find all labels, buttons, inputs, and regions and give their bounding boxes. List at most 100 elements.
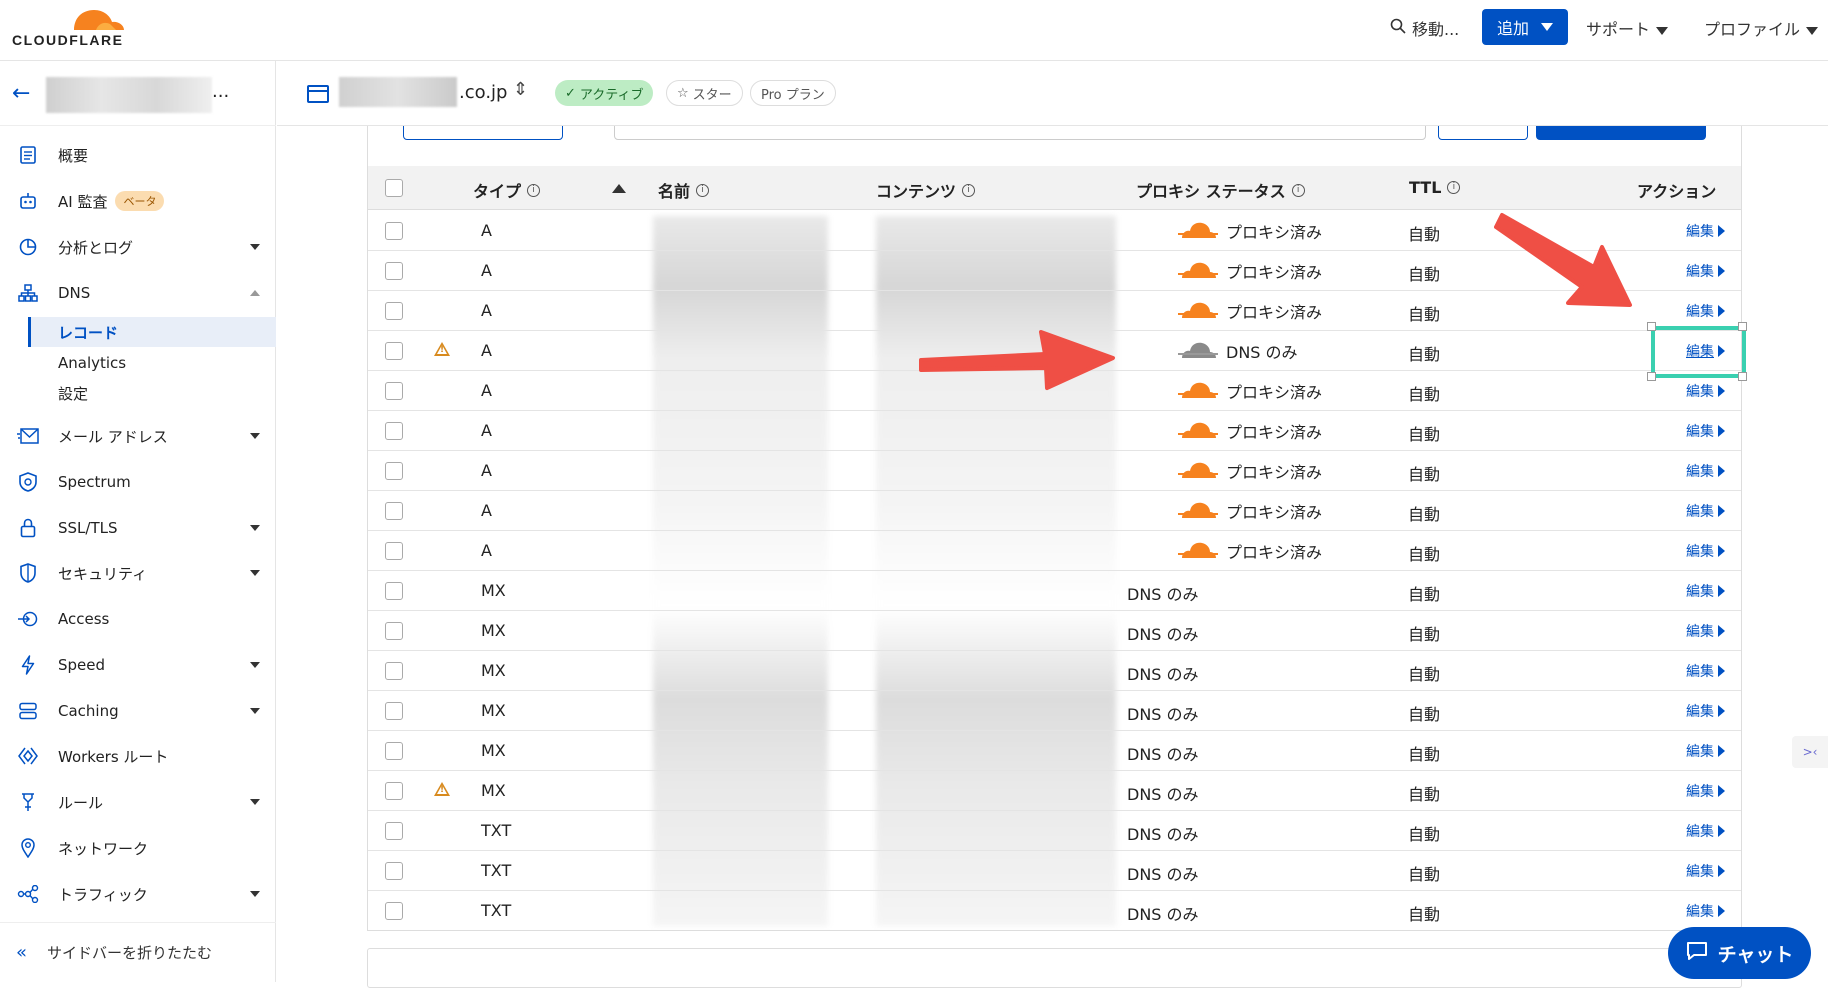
row-checkbox[interactable] bbox=[385, 422, 403, 440]
sidebar-subitem-analytics[interactable]: Analytics bbox=[28, 348, 276, 378]
table-row[interactable]: TXT DNS のみ 自動 編集 bbox=[368, 851, 1741, 891]
table-row[interactable]: A プロキシ済み 自動 編集 bbox=[368, 531, 1741, 571]
row-checkbox[interactable] bbox=[385, 622, 403, 640]
zone-switcher-icon[interactable]: ⇕ bbox=[513, 79, 528, 100]
proxy-status[interactable]: プロキシ済み bbox=[1178, 538, 1322, 564]
row-checkbox[interactable] bbox=[385, 502, 403, 520]
info-icon[interactable]: i bbox=[962, 183, 976, 197]
proxy-status[interactable]: DNS のみ bbox=[1178, 338, 1298, 364]
secondary-action-button[interactable] bbox=[1438, 126, 1528, 140]
sidebar-item-network[interactable]: ネットワーク bbox=[0, 830, 276, 866]
table-row[interactable]: ! MX DNS のみ 自動 編集 bbox=[368, 771, 1741, 811]
table-row[interactable]: TXT DNS のみ 自動 編集 bbox=[368, 891, 1741, 930]
sidebar-item-rules[interactable]: ルール bbox=[0, 784, 276, 820]
edit-button[interactable]: 編集 bbox=[1686, 461, 1725, 481]
star-button[interactable]: ☆ スター bbox=[666, 80, 743, 106]
edit-button[interactable]: 編集 bbox=[1686, 501, 1725, 521]
table-row[interactable]: MX DNS のみ 自動 編集 bbox=[368, 691, 1741, 731]
row-checkbox[interactable] bbox=[385, 302, 403, 320]
column-type[interactable]: タイプ i bbox=[473, 178, 541, 202]
edit-button[interactable]: 編集 bbox=[1686, 581, 1725, 601]
edit-button[interactable]: 編集 bbox=[1686, 621, 1725, 641]
column-ttl[interactable]: TTL i bbox=[1409, 178, 1461, 197]
row-checkbox[interactable] bbox=[385, 342, 403, 360]
collapse-sidebar-button[interactable]: « サイドバーを折りたたむ bbox=[0, 922, 276, 982]
sidebar-item-overview[interactable]: 概要 bbox=[0, 137, 276, 173]
add-record-button[interactable] bbox=[1536, 126, 1706, 140]
sidebar-item-ai-audit[interactable]: AI 監査 ベータ bbox=[0, 183, 276, 219]
edit-button[interactable]: 編集 bbox=[1686, 261, 1725, 281]
table-row[interactable]: MX DNS のみ 自動 編集 bbox=[368, 611, 1741, 651]
row-checkbox[interactable] bbox=[385, 662, 403, 680]
table-row[interactable]: MX DNS のみ 自動 編集 bbox=[368, 651, 1741, 691]
support-menu[interactable]: サポート bbox=[1586, 16, 1669, 40]
sidebar-item-spectrum[interactable]: Spectrum bbox=[0, 464, 276, 500]
chat-button[interactable]: チャット bbox=[1668, 927, 1811, 979]
row-checkbox[interactable] bbox=[385, 902, 403, 920]
sidebar-item-security[interactable]: セキュリティ bbox=[0, 555, 276, 591]
edit-button[interactable]: 編集 bbox=[1686, 701, 1725, 721]
proxy-status[interactable]: プロキシ済み bbox=[1178, 298, 1322, 324]
goto-search[interactable]: 移動... bbox=[1390, 16, 1459, 40]
sidebar-subitem-settings[interactable]: 設定 bbox=[28, 378, 276, 408]
row-checkbox[interactable] bbox=[385, 262, 403, 280]
proxy-status[interactable]: プロキシ済み bbox=[1178, 458, 1322, 484]
table-row[interactable]: MX DNS のみ 自動 編集 bbox=[368, 571, 1741, 611]
table-row[interactable]: A プロキシ済み 自動 編集 bbox=[368, 451, 1741, 491]
sidebar-item-ssl-tls[interactable]: SSL/TLS bbox=[0, 510, 276, 546]
edit-button[interactable]: 編集 bbox=[1686, 861, 1725, 881]
edit-button[interactable]: 編集 bbox=[1686, 381, 1725, 401]
plan-badge[interactable]: Pro プラン bbox=[750, 80, 836, 106]
edit-button[interactable]: 編集 bbox=[1686, 661, 1725, 681]
feedback-tab[interactable]: >‹ bbox=[1792, 736, 1828, 768]
column-proxy-status[interactable]: プロキシ ステータス i bbox=[1136, 178, 1305, 202]
info-icon[interactable]: i bbox=[527, 183, 541, 197]
proxy-status[interactable]: プロキシ済み bbox=[1178, 418, 1322, 444]
edit-button[interactable]: 編集 bbox=[1686, 741, 1725, 761]
info-icon[interactable]: i bbox=[1447, 181, 1461, 194]
sidebar-subitem-records[interactable]: レコード bbox=[28, 317, 276, 347]
records-search-input[interactable] bbox=[614, 126, 1426, 140]
row-checkbox[interactable] bbox=[385, 462, 403, 480]
edit-button[interactable]: 編集 bbox=[1686, 301, 1725, 321]
edit-button[interactable]: 編集 bbox=[1686, 221, 1725, 241]
info-icon[interactable]: i bbox=[1291, 183, 1305, 197]
select-all-checkbox[interactable] bbox=[385, 179, 403, 197]
table-row[interactable]: A プロキシ済み 自動 編集 bbox=[368, 491, 1741, 531]
row-checkbox[interactable] bbox=[385, 822, 403, 840]
edit-button[interactable]: 編集 bbox=[1686, 781, 1725, 801]
row-checkbox[interactable] bbox=[385, 742, 403, 760]
proxy-status[interactable]: プロキシ済み bbox=[1178, 378, 1322, 404]
edit-button[interactable]: 編集 bbox=[1686, 541, 1725, 561]
add-button[interactable]: 追加 bbox=[1482, 9, 1568, 45]
proxy-status[interactable]: プロキシ済み bbox=[1178, 498, 1322, 524]
proxy-status[interactable]: プロキシ済み bbox=[1178, 258, 1322, 284]
edit-button[interactable]: 編集 bbox=[1686, 421, 1725, 441]
sidebar-item-traffic[interactable]: トラフィック bbox=[0, 876, 276, 912]
sidebar-item-email[interactable]: メール アドレス bbox=[0, 418, 276, 454]
info-icon[interactable]: i bbox=[696, 183, 710, 197]
row-checkbox[interactable] bbox=[385, 782, 403, 800]
table-row[interactable]: MX DNS のみ 自動 編集 bbox=[368, 731, 1741, 771]
table-row[interactable]: TXT DNS のみ 自動 編集 bbox=[368, 811, 1741, 851]
cloudflare-logo[interactable]: CLOUDFLARE bbox=[12, 4, 132, 52]
edit-button[interactable]: 編集 bbox=[1686, 821, 1725, 841]
back-arrow-icon[interactable]: ← bbox=[12, 81, 30, 106]
sidebar-item-access[interactable]: Access bbox=[0, 601, 276, 637]
add-filter-button[interactable] bbox=[403, 126, 563, 140]
row-checkbox[interactable] bbox=[385, 222, 403, 240]
edit-button[interactable]: 編集 bbox=[1686, 901, 1725, 921]
sort-ascending-icon[interactable] bbox=[612, 184, 626, 193]
column-name[interactable]: 名前 i bbox=[658, 178, 710, 202]
sidebar-item-caching[interactable]: Caching bbox=[0, 693, 276, 729]
row-checkbox[interactable] bbox=[385, 382, 403, 400]
sidebar-item-analytics-logs[interactable]: 分析とログ bbox=[0, 229, 276, 265]
column-content[interactable]: コンテンツ i bbox=[876, 178, 976, 202]
row-checkbox[interactable] bbox=[385, 862, 403, 880]
row-checkbox[interactable] bbox=[385, 542, 403, 560]
sidebar-item-dns[interactable]: DNS bbox=[0, 275, 276, 311]
row-checkbox[interactable] bbox=[385, 582, 403, 600]
sidebar-item-speed[interactable]: Speed bbox=[0, 647, 276, 683]
profile-menu[interactable]: プロファイル bbox=[1704, 16, 1819, 40]
sidebar-item-workers-routes[interactable]: Workers ルート bbox=[0, 738, 276, 774]
